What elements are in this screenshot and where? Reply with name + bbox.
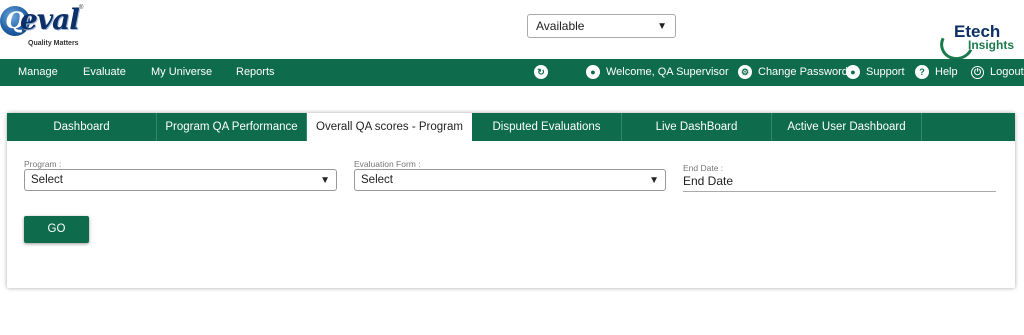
main-nav: Manage Evaluate My Universe Reports ↻ ● W…: [0, 59, 1024, 86]
tab-dashboard[interactable]: Dashboard: [7, 113, 157, 141]
program-label: Program :: [24, 159, 62, 169]
tab-program-qa-performance[interactable]: Program QA Performance: [157, 113, 307, 141]
welcome-user[interactable]: ● Welcome, QA Supervisor: [586, 59, 729, 86]
tab-active-user-dashboard[interactable]: Active User Dashboard: [772, 113, 922, 141]
help-icon: ?: [915, 65, 929, 80]
program-select-value: Select: [31, 174, 63, 186]
power-icon: ⏻: [971, 65, 984, 79]
logout-link[interactable]: ⏻ Logout: [971, 59, 1024, 86]
qeval-logo-reg: ®: [79, 5, 84, 11]
tab-live-dashboard[interactable]: Live DashBoard: [622, 113, 772, 141]
nav-item-my-universe[interactable]: My Universe: [151, 59, 212, 86]
etech-insights-logo: Etech Insights: [935, 22, 1020, 65]
availability-status-value: Available: [536, 19, 585, 33]
report-filter-card: Dashboard Program QA Performance Overall…: [7, 113, 1015, 288]
nav-item-manage[interactable]: Manage: [18, 59, 58, 86]
end-date-input[interactable]: End Date: [683, 170, 996, 192]
app-header: Q eval ® Quality Matters Available ▼ Ete…: [0, 0, 1024, 65]
chevron-down-icon: ▼: [657, 20, 667, 32]
help-label: Help: [935, 66, 958, 78]
nav-item-reports[interactable]: Reports: [236, 59, 275, 86]
evaluation-form-select-value: Select: [361, 174, 393, 186]
refresh-icon: ↻: [534, 65, 548, 80]
user-icon: ●: [586, 65, 600, 80]
nav-item-evaluate[interactable]: Evaluate: [83, 59, 126, 86]
availability-status-select[interactable]: Available ▼: [527, 14, 676, 38]
change-password-label: Change Password: [758, 66, 848, 78]
evaluation-form-select[interactable]: Select ▼: [354, 169, 666, 191]
qeval-logo-wordmark: eval: [20, 3, 80, 36]
chevron-down-icon: ▼: [320, 174, 330, 186]
help-link[interactable]: ? Help: [915, 59, 958, 86]
support-label: Support: [866, 66, 905, 78]
welcome-label: Welcome, QA Supervisor: [606, 66, 729, 78]
logout-label: Logout: [990, 66, 1024, 78]
gear-icon: ⚙: [738, 65, 752, 80]
refresh-button[interactable]: ↻: [534, 59, 554, 86]
support-icon: ●: [846, 65, 860, 80]
change-password-link[interactable]: ⚙ Change Password: [738, 59, 848, 86]
report-tabs: Dashboard Program QA Performance Overall…: [7, 113, 1015, 141]
tab-disputed-evaluations[interactable]: Disputed Evaluations: [472, 113, 622, 141]
support-link[interactable]: ● Support: [846, 59, 905, 86]
tab-overall-qa-scores-program[interactable]: Overall QA scores - Program: [307, 113, 472, 141]
chevron-down-icon: ▼: [649, 174, 659, 186]
go-button[interactable]: GO: [24, 216, 89, 243]
evaluation-form-label: Evaluation Form :: [354, 159, 421, 169]
qeval-logo[interactable]: Q eval ® Quality Matters: [0, 2, 86, 50]
etech-logo-line2: Insights: [968, 38, 1015, 52]
qeval-logo-tagline: Quality Matters: [28, 40, 79, 47]
program-select[interactable]: Select ▼: [24, 169, 337, 191]
